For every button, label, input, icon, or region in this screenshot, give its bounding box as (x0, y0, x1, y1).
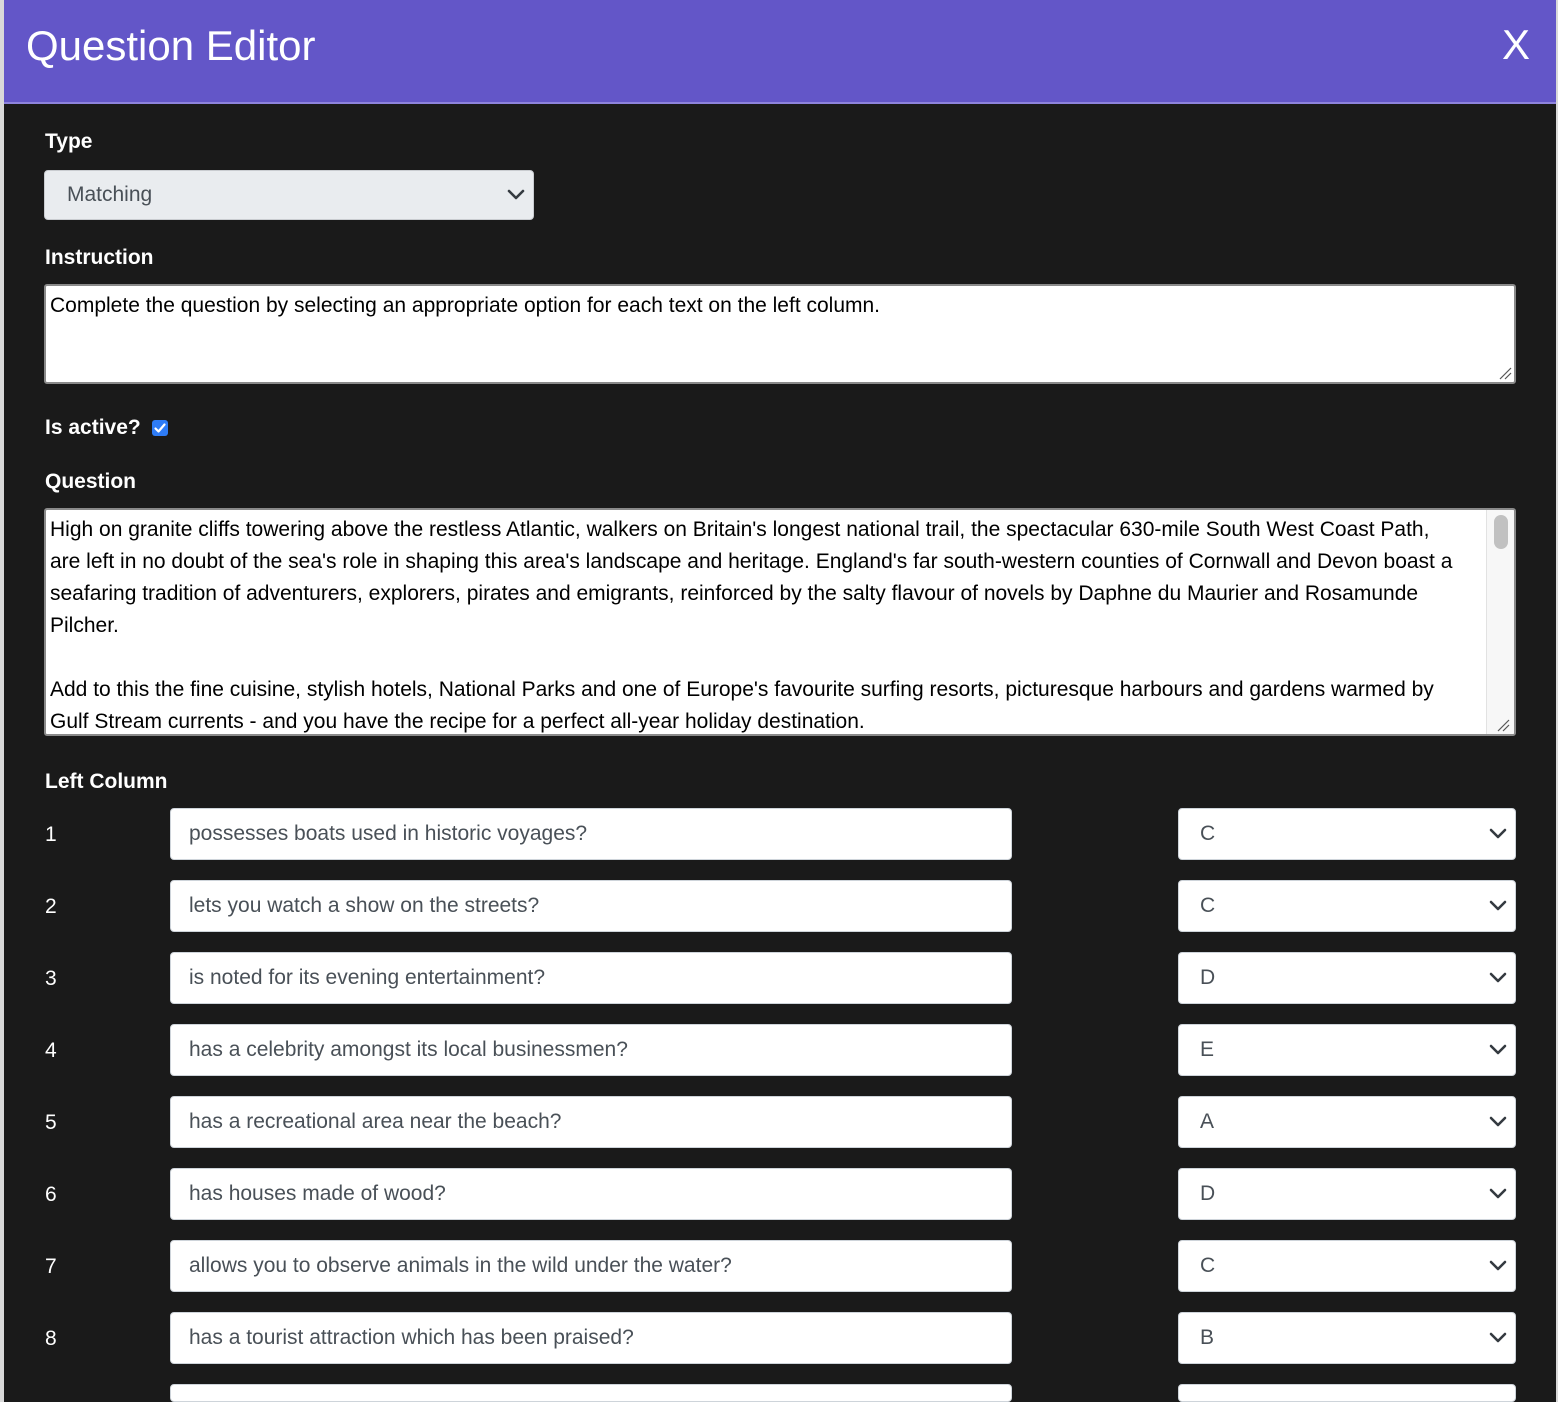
resize-grip-icon[interactable] (1498, 366, 1512, 380)
chevron-down-icon (1489, 1260, 1507, 1271)
checkmark-icon (154, 423, 166, 433)
left-item-input[interactable] (170, 1384, 1012, 1402)
instruction-textarea[interactable]: Complete the question by selecting an ap… (44, 284, 1516, 384)
row-number: 5 (45, 1111, 57, 1134)
answer-select[interactable]: D (1178, 952, 1516, 1004)
answer-select[interactable]: C (1178, 1240, 1516, 1292)
row-number: 7 (45, 1255, 57, 1278)
left-item-input[interactable]: is noted for its evening entertainment? (170, 952, 1012, 1004)
left-item-input[interactable]: has houses made of wood? (170, 1168, 1012, 1220)
row-number: 2 (45, 895, 57, 918)
left-item-input[interactable]: has a celebrity amongst its local busine… (170, 1024, 1012, 1076)
question-line: Add to this the fine cuisine, stylish ho… (50, 678, 1434, 701)
answer-select[interactable]: D (1178, 1168, 1516, 1220)
modal-header: Question Editor X (4, 0, 1556, 104)
left-item-input[interactable]: possesses boats used in historic voyages… (170, 808, 1012, 860)
question-line: are left in no doubt of the sea's role i… (50, 550, 1453, 573)
answer-select[interactable] (1178, 1384, 1516, 1402)
is-active-label: Is active? (45, 416, 141, 439)
question-scrollbar[interactable] (1486, 510, 1514, 734)
answer-select[interactable]: B (1178, 1312, 1516, 1364)
instruction-label: Instruction (45, 246, 154, 269)
answer-select-value: C (1200, 894, 1216, 917)
answer-select-value: C (1200, 1254, 1216, 1277)
question-line: Pilcher. (50, 614, 119, 637)
answer-select[interactable]: C (1178, 880, 1516, 932)
answer-select-value: D (1200, 1182, 1216, 1205)
modal-title: Question Editor (26, 22, 316, 69)
type-label: Type (45, 130, 93, 153)
left-column-label: Left Column (45, 770, 168, 793)
chevron-down-icon (1489, 1044, 1507, 1055)
answer-select-value: B (1200, 1326, 1215, 1349)
is-active-checkbox[interactable] (152, 420, 168, 436)
row-number: 3 (45, 967, 57, 990)
question-editor-modal: Question Editor X Type Matching Instruct… (4, 0, 1556, 1402)
instruction-text: Complete the question by selecting an ap… (50, 294, 881, 317)
chevron-down-icon (1489, 1116, 1507, 1127)
left-item-input[interactable]: allows you to observe animals in the wil… (170, 1240, 1012, 1292)
chevron-down-icon (1489, 900, 1507, 911)
type-select[interactable]: Matching (44, 170, 534, 220)
row-number: 1 (45, 823, 57, 846)
chevron-down-icon (1489, 1332, 1507, 1343)
answer-select-value: D (1200, 966, 1216, 989)
row-number: 8 (45, 1327, 57, 1350)
question-textarea[interactable]: High on granite cliffs towering above th… (44, 508, 1516, 736)
question-line (50, 642, 1482, 674)
row-number: 6 (45, 1183, 57, 1206)
answer-select-value: E (1200, 1038, 1215, 1061)
chevron-down-icon (1489, 828, 1507, 839)
type-select-value: Matching (67, 183, 153, 206)
scrollbar-thumb[interactable] (1494, 515, 1508, 549)
close-button[interactable]: X (1496, 20, 1536, 70)
answer-select-value: C (1200, 822, 1216, 845)
question-line: seafaring tradition of adventurers, expl… (50, 582, 1419, 605)
left-item-input[interactable]: has a recreational area near the beach? (170, 1096, 1012, 1148)
chevron-down-icon (1489, 1188, 1507, 1199)
answer-select-value: A (1200, 1110, 1215, 1133)
question-label: Question (45, 470, 137, 493)
resize-grip-icon[interactable] (1496, 718, 1510, 732)
answer-select[interactable]: E (1178, 1024, 1516, 1076)
answer-select[interactable]: C (1178, 808, 1516, 860)
left-item-input[interactable]: has a tourist attraction which has been … (170, 1312, 1012, 1364)
left-item-input[interactable]: lets you watch a show on the streets? (170, 880, 1012, 932)
chevron-down-icon (507, 189, 525, 200)
answer-select[interactable]: A (1178, 1096, 1516, 1148)
question-line: High on granite cliffs towering above th… (50, 518, 1430, 541)
chevron-down-icon (1489, 972, 1507, 983)
question-line: Gulf Stream currents - and you have the … (50, 710, 865, 733)
row-number: 4 (45, 1039, 57, 1062)
